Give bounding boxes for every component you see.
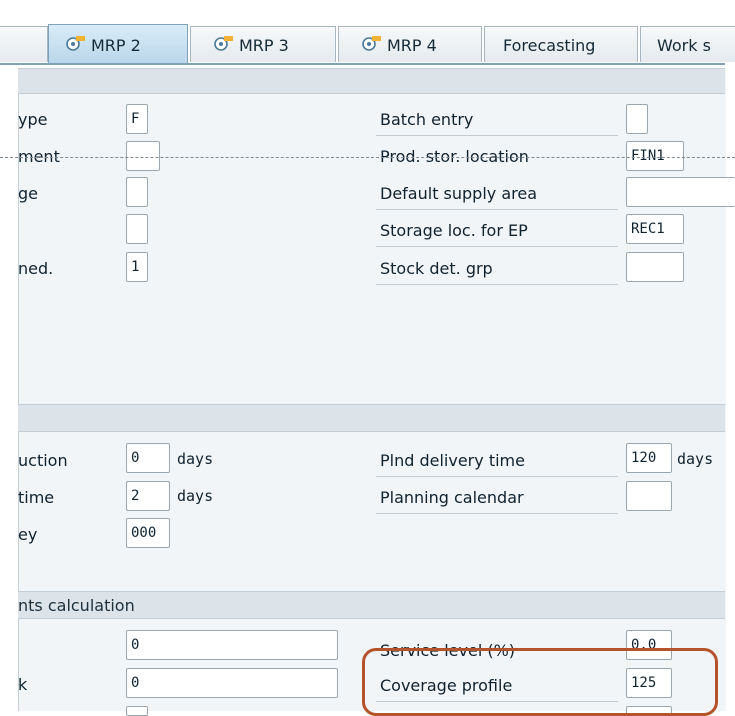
mrp-icon: [65, 26, 87, 65]
highlight-annotation: [362, 648, 718, 716]
label-quota-arr-usage: ge: [18, 184, 38, 203]
tab-work-scheduling[interactable]: Work s: [640, 26, 735, 62]
group-title: nts calculation: [18, 596, 135, 615]
jit-delivery-sched-field[interactable]: 1: [126, 252, 148, 282]
planning-calendar-field[interactable]: [626, 481, 672, 511]
label-default-supply-area: Default supply area: [380, 184, 538, 203]
label-underline: [376, 284, 618, 285]
tab-label: MRP 3: [239, 35, 289, 55]
label-underline: [376, 513, 618, 514]
tab-mrp-2[interactable]: MRP 2: [48, 24, 188, 64]
guide-dashed-line: [0, 157, 735, 158]
label-inhouse-production: uction: [18, 451, 68, 470]
label-planning-calendar: Planning calendar: [380, 488, 524, 507]
min-safety-stock-field[interactable]: 0: [126, 668, 338, 698]
mrp-icon: [361, 28, 383, 63]
tab-label: MRP 2: [91, 35, 141, 55]
label-stock-det-grp: Stock det. grp: [380, 259, 493, 278]
quota-arr-usage-field[interactable]: [126, 177, 148, 207]
group-header-procurement: [18, 68, 725, 94]
label-storage-loc-ep: Storage loc. for EP: [380, 221, 528, 240]
tab-forecasting[interactable]: Forecasting: [484, 26, 638, 62]
label-underline: [376, 476, 618, 477]
inhouse-production-field[interactable]: 0: [126, 443, 170, 473]
unit-days: days: [677, 450, 714, 468]
label-underline: [376, 209, 618, 210]
safety-stock-field[interactable]: 0: [126, 630, 338, 660]
backflush-field[interactable]: [126, 214, 148, 244]
label-procurement-type: ype: [18, 110, 48, 129]
tab-strip: MRP 2 MRP 3 MRP 4 Forecasting Work s: [0, 0, 735, 68]
mrp-icon: [213, 28, 235, 63]
label-schedmargin-key: ey: [18, 525, 38, 544]
prod-stor-location-field[interactable]: FIN1: [626, 141, 684, 171]
special-procurement-field[interactable]: [126, 141, 160, 171]
group-header-net-requirements: nts calculation: [18, 591, 725, 619]
default-supply-area-field[interactable]: [626, 177, 735, 207]
schedmargin-key-field[interactable]: 000: [126, 518, 170, 548]
unit-days: days: [177, 487, 214, 505]
tab-mrp-4[interactable]: MRP 4: [338, 26, 482, 62]
gr-processing-time-field[interactable]: 2: [126, 481, 170, 511]
tab-label: Forecasting: [503, 35, 596, 55]
group-header-scheduling: [18, 404, 725, 432]
label-min-safety-stock: k: [18, 675, 28, 694]
label-underline: [376, 246, 618, 247]
label-plnd-delivery-time: Plnd delivery time: [380, 451, 525, 470]
procurement-type-field[interactable]: F: [126, 104, 148, 134]
unit-days: days: [177, 450, 214, 468]
tab-label: MRP 4: [387, 35, 437, 55]
label-gr-processing-time: time: [18, 488, 55, 507]
label-jit-delivery-sched: ned.: [18, 259, 54, 278]
label-underline: [376, 135, 618, 136]
stock-det-grp-field[interactable]: [626, 252, 684, 282]
label-batch-entry: Batch entry: [380, 110, 474, 129]
batch-entry-field[interactable]: [626, 104, 648, 134]
storage-loc-ep-field[interactable]: REC1: [626, 214, 684, 244]
plnd-delivery-time-field[interactable]: 120: [626, 443, 672, 473]
tab-mrp-3[interactable]: MRP 3: [190, 26, 336, 62]
partial-field[interactable]: [126, 706, 148, 716]
tab-underline: [0, 63, 725, 65]
tab-label: Work s: [657, 35, 711, 55]
tab-previous-partial[interactable]: [0, 26, 48, 62]
